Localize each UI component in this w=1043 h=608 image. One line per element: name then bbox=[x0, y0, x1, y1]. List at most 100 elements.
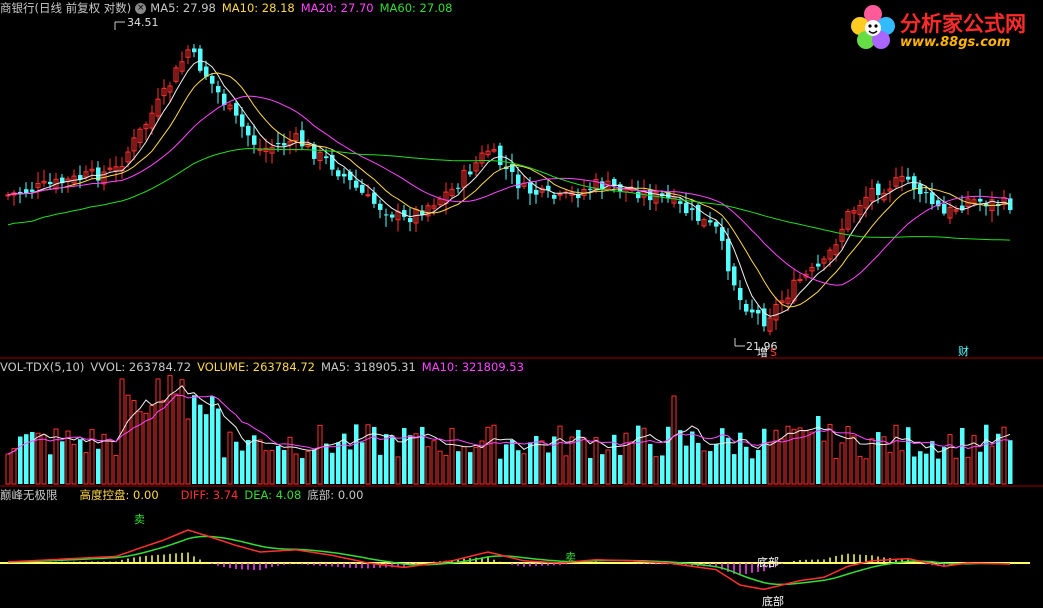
candles-group bbox=[5, 44, 1013, 336]
volume-bar-down bbox=[504, 444, 509, 484]
volume-bar-up bbox=[425, 446, 431, 485]
volume-bar-down bbox=[756, 449, 761, 484]
volume-bar-up bbox=[773, 429, 779, 485]
gaodu-label: 高度控盘: 0.00 bbox=[79, 488, 159, 502]
candle-down bbox=[324, 156, 329, 159]
flower-logo-icon bbox=[851, 5, 895, 49]
volume-bar-down bbox=[636, 425, 641, 484]
vol-indicator-name[interactable]: VOL-TDX(5,10) bbox=[0, 360, 84, 374]
volume-bar-down bbox=[252, 435, 257, 484]
volume-bar-down bbox=[360, 442, 365, 484]
volume-bar-up bbox=[161, 399, 167, 485]
volume-bar-up bbox=[653, 456, 659, 485]
indicator-name[interactable]: 巅峰无极限 bbox=[0, 488, 58, 502]
high-price-label: 34.51 bbox=[127, 16, 159, 29]
volume-bar-up bbox=[35, 432, 41, 485]
volume-bar-down bbox=[402, 428, 407, 484]
volume-bar-down bbox=[762, 428, 767, 484]
vvol-label: VVOL: 263784.72 bbox=[90, 360, 192, 374]
volume-bar-up bbox=[863, 458, 869, 485]
volume-bar-up bbox=[143, 412, 149, 485]
volume-bar-up bbox=[803, 430, 809, 485]
volume-bar-down bbox=[714, 444, 719, 484]
logo-title: 分析家公式网 bbox=[900, 11, 1026, 36]
candle-down bbox=[876, 183, 881, 196]
volume-bar-up bbox=[797, 427, 803, 485]
volume-bar-down bbox=[384, 434, 389, 484]
volume-bar-up bbox=[845, 426, 851, 485]
volume-bar-down bbox=[924, 453, 929, 484]
volume-bar-down bbox=[960, 427, 965, 484]
volume-bar-down bbox=[618, 454, 623, 484]
volume-bar-down bbox=[978, 451, 983, 484]
volume-bar-up bbox=[947, 434, 953, 485]
dea-label: DEA: 4.08 bbox=[244, 488, 302, 502]
volume-bar-down bbox=[666, 426, 671, 484]
candle-down bbox=[384, 214, 389, 216]
volume-bar-up bbox=[431, 440, 437, 485]
volume-bar-down bbox=[546, 452, 551, 484]
candle-down bbox=[552, 194, 557, 199]
volume-bar-down bbox=[918, 451, 923, 484]
bottom-annotation: 底部 bbox=[757, 555, 779, 569]
volume-bar-down bbox=[720, 428, 725, 484]
volume-bar-down bbox=[750, 458, 755, 484]
volume-bar-down bbox=[498, 458, 503, 484]
close-icon[interactable]: × bbox=[135, 3, 147, 14]
volume-bar-down bbox=[510, 440, 515, 484]
ma20-line bbox=[7, 95, 1011, 286]
volume-bar-up bbox=[113, 455, 119, 485]
volume-bar-up bbox=[593, 437, 599, 485]
volume-bar-down bbox=[690, 431, 695, 484]
volume-bar-down bbox=[516, 450, 521, 484]
volume-bar-down bbox=[942, 447, 947, 484]
volume-bar-up bbox=[899, 450, 905, 485]
vol-ma10-label: MA10: 321809.53 bbox=[421, 360, 524, 374]
volume-bar-down bbox=[336, 442, 341, 484]
candle-down bbox=[24, 189, 29, 194]
candle-down bbox=[408, 218, 413, 223]
volume-bar-up bbox=[173, 393, 179, 485]
volume-bar-up bbox=[605, 449, 611, 485]
volume-bar-down bbox=[48, 454, 53, 484]
volume-bar-up bbox=[887, 451, 893, 485]
site-logo: 分析家公式网 www.88gs.com bbox=[846, 2, 1040, 54]
volume-bar-up bbox=[317, 424, 323, 485]
volume-bar-down bbox=[276, 445, 281, 484]
volume-bar-down bbox=[732, 454, 737, 484]
volume-bar-up bbox=[539, 440, 545, 485]
volume-bar-down bbox=[534, 436, 539, 484]
volume-bar-up bbox=[557, 425, 563, 485]
volume-bar-up bbox=[491, 424, 497, 485]
candle-down bbox=[342, 173, 347, 177]
ma60-label: MA60: 27.08 bbox=[379, 1, 453, 15]
volume-bar-up bbox=[83, 452, 89, 485]
ma60-line bbox=[7, 147, 1011, 241]
volume-bar-up bbox=[893, 424, 899, 485]
candle-down bbox=[210, 75, 215, 84]
chart-canvas[interactable]: 34.5121.96增 S 财卖卖 底部底部 bbox=[0, 0, 1043, 608]
volume-bar-up bbox=[263, 450, 269, 485]
volume-bar-up bbox=[107, 439, 113, 485]
volume-bar-down bbox=[816, 416, 821, 484]
volume-bar-down bbox=[204, 414, 209, 484]
volume-bar-down bbox=[936, 458, 941, 484]
event-marker-zeng: 增 bbox=[757, 345, 768, 359]
volume-bar-down bbox=[528, 442, 533, 484]
volume-bar-down bbox=[378, 454, 383, 484]
volume-bar-down bbox=[726, 437, 731, 484]
candle-down bbox=[336, 170, 341, 177]
candle-down bbox=[924, 192, 929, 194]
candle-down bbox=[732, 266, 737, 286]
volume-bar-down bbox=[696, 442, 701, 484]
volume-bar-up bbox=[701, 450, 707, 485]
volume-bar-down bbox=[282, 450, 287, 484]
candle-down bbox=[468, 171, 473, 175]
candle-down bbox=[708, 220, 713, 223]
candle-down bbox=[930, 192, 935, 205]
volume-bar-up bbox=[821, 440, 827, 485]
volume-bar-up bbox=[629, 441, 635, 485]
volume-bar-up bbox=[869, 438, 875, 485]
volume-bar-up bbox=[851, 435, 857, 485]
candle-up bbox=[257, 148, 263, 151]
